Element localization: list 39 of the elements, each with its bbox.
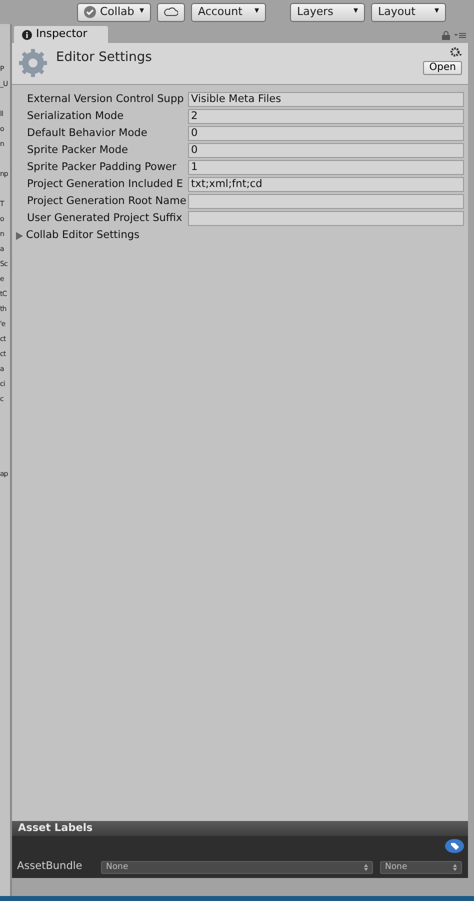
value-field[interactable]: 1 [188,160,464,175]
open-button[interactable]: Open [423,61,462,75]
property-label: Project Generation Included E [26,176,184,192]
menu-icon[interactable] [454,32,466,39]
updown-icon [364,864,368,870]
foldout-label[interactable]: Collab Editor Settings [26,228,140,244]
check-circle-icon [84,6,96,18]
property-label: Sprite Packer Padding Power [26,160,178,175]
cloud-icon [164,7,178,17]
gear-icon [18,48,48,78]
dropdown-button[interactable]: Layers ▾ [290,2,365,22]
value-field[interactable]: Visible Meta Files [188,92,464,107]
value-field[interactable]: 2 [188,109,464,124]
lock-icon[interactable] [442,31,450,40]
header-title: Editor Settings [56,49,152,67]
asset-labels-header: Asset Labels [12,821,468,836]
bundle-name-dropdown[interactable]: None [101,860,373,874]
bundle-variant-dropdown[interactable]: None [380,860,462,874]
dropdown-button[interactable]: Account ▾ [191,2,266,22]
property-label: Serialization Mode [26,108,125,124]
tag-icon[interactable] [445,839,464,853]
property-label: Project Generation Root Name [26,194,188,209]
info-icon [22,30,32,40]
assetbundle-label: AssetBundle [17,859,84,874]
value-field[interactable]: 0 [188,143,464,158]
updown-icon [453,864,457,870]
settings-icon[interactable] [450,47,462,57]
inspector-tab[interactable]: Inspector [14,26,108,43]
collab-button[interactable]: Collab ▾ [77,2,151,22]
value-field[interactable]: txt;xml;fnt;cd [188,177,464,192]
cloud-button[interactable] [157,2,185,22]
value-field[interactable] [188,194,464,209]
value-field[interactable] [188,211,464,226]
property-label: Sprite Packer Mode [26,142,129,158]
dropdown-button[interactable]: Layout ▾ [371,2,446,22]
property-label: Default Behavior Mode [26,126,148,141]
property-label: External Version Control Supp [26,92,185,107]
property-label: User Generated Project Suffix [26,210,184,226]
value-field[interactable]: 0 [188,126,464,141]
